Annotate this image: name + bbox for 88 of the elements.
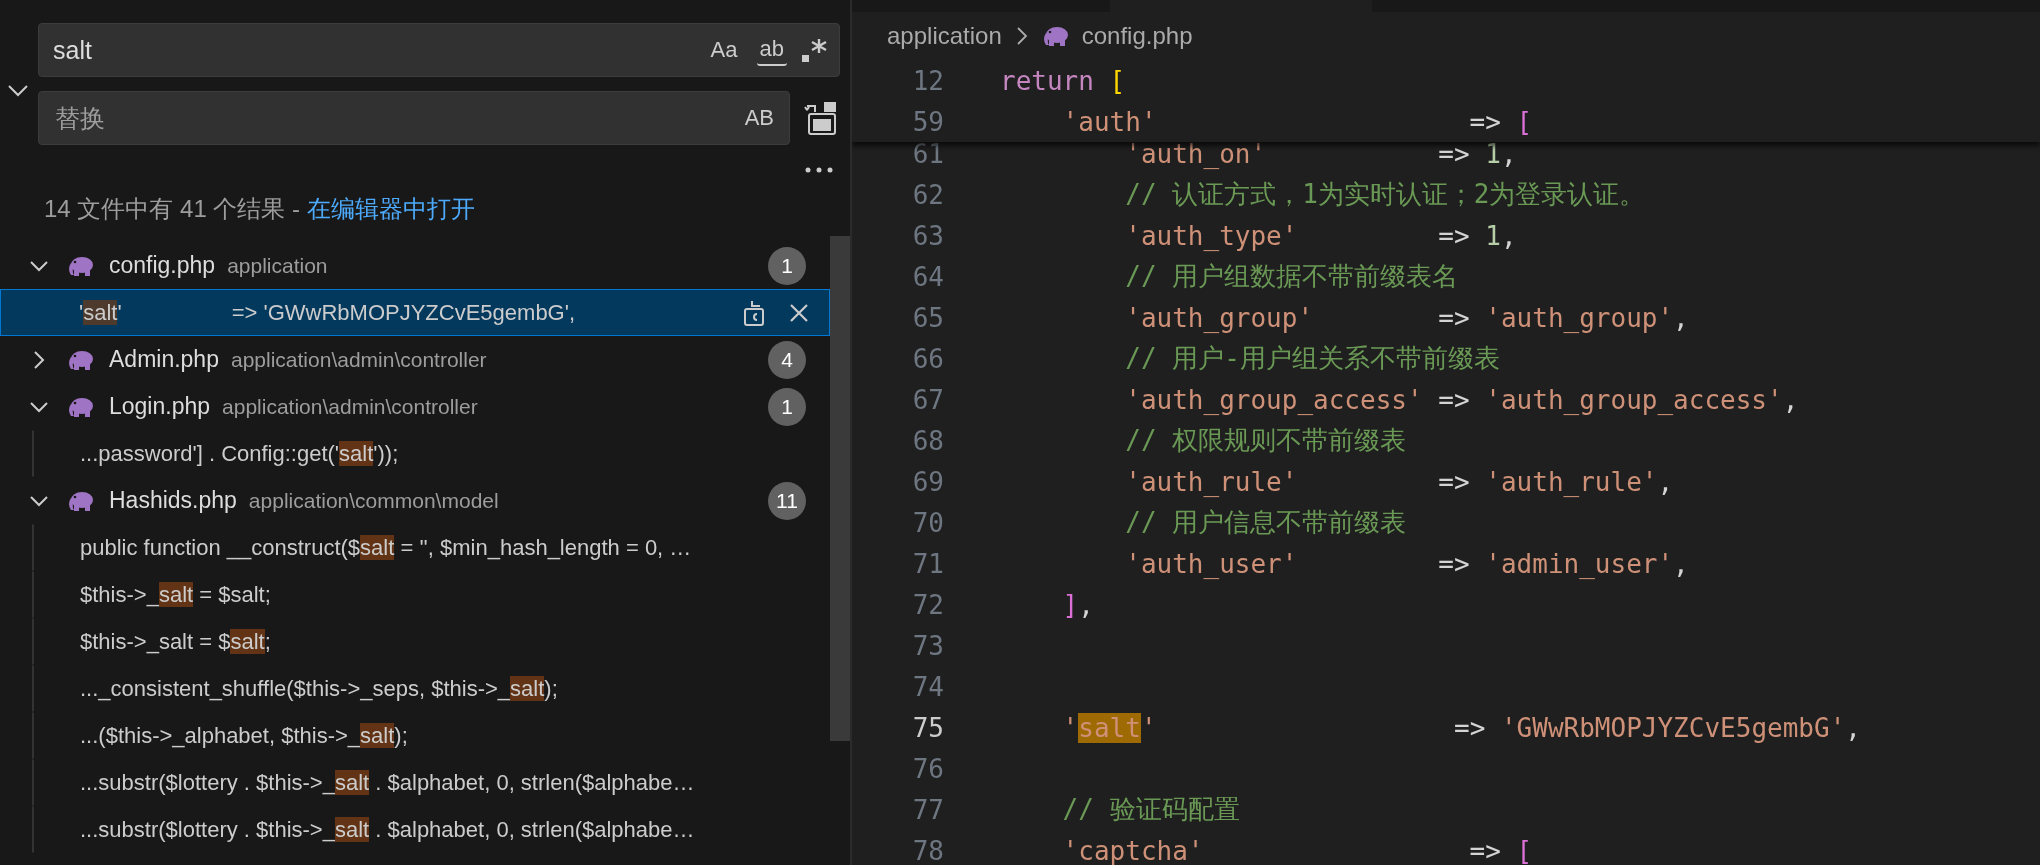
line-number: 74 — [911, 671, 944, 702]
more-icon[interactable] — [804, 167, 834, 173]
code-line: // 权限规则不带前缀表 — [1124, 424, 1407, 457]
line-number: 69 — [911, 466, 944, 497]
code-line: 'captcha' => [ — [1061, 835, 1533, 865]
elephant-icon — [67, 395, 95, 418]
replace-field[interactable]: 替换 AB — [38, 91, 790, 145]
line-number: 64 — [911, 261, 944, 292]
match-result[interactable]: ...substr($lottery . $this->_salt . $alphabet, 0, strlen($alphabe… — [32, 759, 830, 806]
file-path: application — [227, 253, 329, 278]
line-number: 61 — [911, 138, 944, 169]
line-number: 76 — [911, 753, 944, 784]
match-count: 11 — [768, 481, 806, 520]
line-number: 62 — [911, 179, 944, 210]
file-result[interactable]: Admin.php application\admin\controller 4 — [0, 336, 830, 383]
search-value: salt — [53, 35, 93, 65]
match-result[interactable]: 'salt' => 'GWwRbMOPJYZCvE5gembG', — [0, 289, 830, 336]
file-name: Hashids.php — [109, 487, 237, 514]
code-line: // 认证方式，1为实时认证；2为登录认证。 — [1124, 178, 1646, 211]
line-number: 59 — [911, 106, 944, 137]
file-result[interactable]: config.php application 1 — [0, 242, 830, 289]
code-line: // 验证码配置 — [1061, 793, 1240, 826]
code-line: 'auth_group_access' => 'auth_group_access', — [1124, 384, 1799, 415]
file-path: application\admin\controller — [230, 347, 488, 372]
elephant-icon — [67, 348, 95, 371]
line-number: 75 — [911, 712, 944, 743]
match-count: 4 — [768, 340, 806, 379]
match-result[interactable]: ...substr($lottery . $this->_salt . $alphabet, 0, strlen($alphabe… — [32, 806, 830, 853]
open-in-editor-link[interactable]: 在编辑器中打开 — [306, 195, 475, 222]
code-line: // 用户-用户组关系不带前缀表 — [1124, 342, 1500, 375]
toggle-button[interactable]: Aa — [707, 35, 741, 65]
breadcrumb-item[interactable]: config.php — [1081, 22, 1193, 50]
match-text: ..._consistent_shuffle($this->_seps, $this->_salt); — [80, 675, 559, 702]
file-result[interactable]: Hashids.php application\common\model 11 — [0, 477, 830, 524]
results-summary: 14 文件中有 41 个结果 - — [44, 195, 302, 222]
code-line: 'auth_on' => 1, — [1124, 138, 1517, 169]
code-line: 'auth_type' => 1, — [1124, 220, 1517, 251]
line-number: 70 — [911, 507, 944, 538]
search-field[interactable]: salt Aa ab — [38, 23, 840, 77]
replace-icon[interactable] — [743, 298, 767, 327]
match-count: 1 — [768, 387, 806, 426]
match-result[interactable]: ...($this->_alphabet, $this->_salt); — [32, 712, 830, 759]
code-line: 'auth' => [ — [1061, 106, 1533, 137]
file-path: application\admin\controller — [222, 394, 479, 419]
close-icon[interactable] — [789, 302, 809, 323]
match-text: 'salt' => 'GWwRbMOPJYZCvE5gembG', — [79, 299, 577, 326]
code-line: ], — [1061, 589, 1094, 620]
code-line: 'salt' => 'GWwRbMOPJYZCvE5gembG', — [1061, 712, 1861, 743]
code-line: 'auth_group' => 'auth_group', — [1124, 302, 1689, 333]
file-name: Login.php — [109, 393, 211, 420]
file-name: Admin.php — [109, 346, 219, 373]
chevron-down-icon[interactable] — [8, 85, 28, 97]
match-text: ...($this->_alphabet, $this->_salt); — [80, 722, 409, 749]
scrollbar[interactable] — [830, 236, 850, 741]
match-text: $this->_salt = $salt; — [80, 581, 272, 608]
elephant-icon — [1041, 25, 1070, 47]
chevron-right-icon — [1015, 26, 1028, 46]
elephant-icon — [67, 489, 95, 512]
line-number: 78 — [911, 835, 944, 865]
match-text: ...substr($lottery . $this->_salt . $alphabet, 0, strlen($alphabe… — [80, 769, 696, 796]
file-path: application\common\model — [248, 488, 500, 513]
toggle-button[interactable]: ab — [756, 34, 787, 66]
code-line: // 用户信息不带前缀表 — [1124, 506, 1407, 539]
file-result[interactable]: Login.php application\admin\controller 1 — [0, 383, 830, 430]
code-line: 'auth_user' => 'admin_user', — [1124, 548, 1689, 579]
line-number: 77 — [911, 794, 944, 825]
regex-icon[interactable] — [801, 37, 827, 63]
line-number: 63 — [911, 220, 944, 251]
line-number: 66 — [911, 343, 944, 374]
line-number: 12 — [911, 65, 944, 96]
code-line: // 用户组数据不带前缀表名 — [1124, 260, 1459, 293]
match-text: ...password'] . Config::get('salt')); — [80, 440, 400, 467]
file-name: config.php — [109, 252, 216, 279]
match-text: $this->_salt = $salt; — [80, 628, 272, 655]
code-line: return [ — [1000, 65, 1126, 96]
match-text: public function __construct($salt = '', $min_hash_length = 0, … — [80, 534, 693, 561]
match-count: 1 — [768, 246, 806, 285]
line-number: 67 — [911, 384, 944, 415]
line-number: 68 — [911, 425, 944, 456]
breadcrumb-item[interactable]: application — [887, 22, 1002, 50]
line-number: 65 — [911, 302, 944, 333]
match-text: ...substr($lottery . $this->_salt . $alphabet, 0, strlen($alphabe… — [80, 816, 696, 843]
elephant-icon — [67, 254, 95, 277]
line-number: 73 — [911, 630, 944, 661]
line-number: 71 — [911, 548, 944, 579]
code-line: 'auth_rule' => 'auth_rule', — [1124, 466, 1674, 497]
line-number: 72 — [911, 589, 944, 620]
toggle-button[interactable]: AB — [741, 103, 777, 133]
